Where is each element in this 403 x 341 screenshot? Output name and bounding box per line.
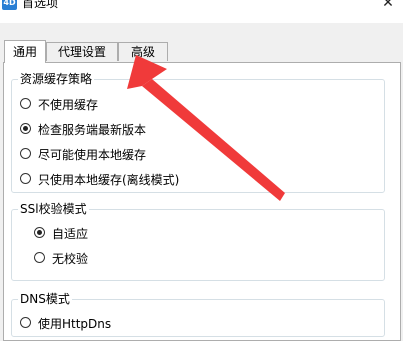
- cache-strategy-group: 资源缓存策略 不使用缓存 检查服务端最新版本 尽可能使用本地缓存 只使用本地缓存…: [11, 71, 385, 193]
- title-bar: 4D 首选项 ✕: [0, 0, 403, 23]
- radio-indicator[interactable]: [34, 252, 45, 263]
- option-label: 不使用缓存: [38, 98, 99, 112]
- dns-mode-group: DNS模式 使用HttpDns: [11, 291, 385, 337]
- radio-indicator[interactable]: [20, 148, 31, 159]
- cache-strategy-title: 资源缓存策略: [18, 71, 95, 87]
- option-label: 使用HttpDns: [38, 317, 112, 331]
- app-logo-icon: 4D: [2, 0, 17, 10]
- tab-panel-general: 资源缓存策略 不使用缓存 检查服务端最新版本 尽可能使用本地缓存 只使用本地缓存…: [3, 62, 401, 341]
- tab-bar: 通用 代理设置 高级: [0, 40, 403, 63]
- close-button[interactable]: ✕: [376, 0, 400, 12]
- tab-general[interactable]: 通用: [4, 40, 46, 63]
- radio-indicator[interactable]: [20, 98, 31, 109]
- tab-advanced[interactable]: 高级: [118, 42, 168, 61]
- option-label: 尽可能使用本地缓存: [38, 148, 147, 162]
- option-label: 只使用本地缓存(离线模式): [38, 173, 180, 187]
- option-label: 自适应: [52, 227, 89, 241]
- window-title: 首选项: [22, 0, 59, 10]
- radio-indicator[interactable]: [20, 173, 31, 184]
- tab-proxy-settings[interactable]: 代理设置: [46, 42, 118, 61]
- radio-indicator[interactable]: [20, 317, 31, 328]
- dns-mode-title: DNS模式: [18, 291, 72, 307]
- ssl-mode-group: SSl校验模式 自适应 无校验: [11, 201, 385, 281]
- option-label: 检查服务端最新版本: [38, 123, 147, 137]
- ssl-mode-title: SSl校验模式: [18, 201, 89, 217]
- radio-indicator[interactable]: [34, 227, 45, 238]
- radio-indicator[interactable]: [20, 123, 31, 134]
- option-label: 无校验: [52, 252, 89, 266]
